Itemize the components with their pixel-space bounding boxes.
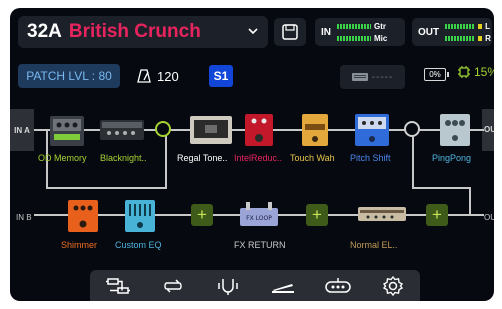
patch-level-button[interactable]: PATCH LVL : 80	[18, 64, 120, 88]
cpu-value: 15%	[474, 65, 494, 79]
signal-wire-split-bottom	[46, 187, 166, 189]
pedal-label-normal-el: Normal EL..	[350, 240, 398, 250]
pedal-label-pitch-shift: Pitch Shift	[350, 153, 391, 163]
battery-indicator: 0%	[424, 68, 449, 81]
pedal-label-fx-return: FX RETURN	[234, 240, 286, 250]
pedal-shimmer[interactable]	[68, 198, 98, 234]
split-node[interactable]	[155, 121, 171, 137]
pedal-normal-el[interactable]	[358, 205, 406, 223]
save-button[interactable]	[274, 18, 306, 46]
pedal-fx-return[interactable]: FX LOOP	[240, 202, 278, 228]
patch-number: 32A	[27, 21, 62, 42]
cpu-icon	[458, 66, 470, 78]
routing-button[interactable]	[100, 272, 136, 300]
output-meter-ch2: R	[485, 33, 491, 43]
output-b-label: OUT	[484, 213, 494, 222]
save-icon	[282, 24, 298, 40]
chevron-down-icon	[248, 28, 258, 35]
cpu-indicator: 15%	[457, 65, 494, 79]
tuner-icon	[217, 278, 238, 295]
bottom-toolbar	[90, 270, 420, 301]
svg-text:FX LOOP: FX LOOP	[246, 215, 272, 222]
pedal-pitch-shift[interactable]	[355, 112, 389, 148]
footswitch-button[interactable]	[320, 272, 356, 300]
input-a[interactable]: IN A	[10, 109, 34, 151]
pedal-od-memory[interactable]	[50, 112, 84, 148]
tempo-value: 120	[157, 68, 179, 84]
tuner-button[interactable]	[210, 272, 246, 300]
tempo-button[interactable]: 120	[136, 65, 179, 87]
output-meter-bar-r	[445, 35, 476, 41]
loop-icon	[163, 278, 182, 293]
pedal-label-od-memory: OD Memory	[38, 153, 87, 163]
output-meter-peak-l	[478, 23, 483, 29]
signal-wire-merge-left	[412, 129, 414, 189]
settings-button[interactable]	[375, 272, 411, 300]
device-screen: 32A British Crunch IN Gtr Mic OUT L R PA…	[10, 8, 494, 301]
pedal-label-shimmer: Shimmer	[61, 240, 98, 250]
patch-selector[interactable]: 32A British Crunch	[18, 16, 268, 48]
add-block-button-2[interactable]: +	[306, 204, 328, 226]
pedal-label-touch-wah: Touch Wah	[290, 153, 335, 163]
settings-icon	[382, 275, 403, 296]
output-meter-ch1: L	[485, 21, 490, 31]
snapshot-button[interactable]: S1	[209, 65, 233, 87]
add-block-button-1[interactable]: +	[191, 204, 213, 226]
signal-wire-merge-right	[469, 187, 471, 215]
input-meter-ch2: Mic	[374, 33, 388, 43]
amp-icon	[351, 73, 368, 81]
pedal-custom-eq[interactable]	[125, 198, 155, 234]
input-meter: IN Gtr Mic	[315, 18, 405, 46]
output-meter: OUT L R	[412, 18, 492, 46]
pedal-intelreduc[interactable]	[245, 112, 273, 148]
input-b-label: IN B	[16, 213, 32, 222]
output-a-label: OUT	[484, 125, 494, 134]
pedal-label-regal-tone: Regal Tone..	[177, 153, 228, 163]
output-meter-label: OUT	[418, 26, 440, 38]
patch-name: British Crunch	[68, 21, 201, 42]
input-meter-bar-gtr	[337, 23, 371, 29]
pedal-label-blacknight: Blacknight..	[100, 153, 147, 163]
pedal-label-pingpong: PingPong	[432, 153, 472, 163]
pedal-pingpong[interactable]	[440, 112, 470, 148]
expression-pedal-button[interactable]	[265, 272, 301, 300]
expression-pedal-icon	[271, 283, 294, 293]
footswitch-icon	[324, 277, 351, 293]
pedal-label-intelreduc: IntelReduc..	[234, 153, 283, 163]
signal-wire-split-right	[165, 129, 167, 189]
add-block-button-3[interactable]: +	[426, 204, 448, 226]
output-meter-bar-l	[445, 23, 476, 29]
signal-wire-merge-bottom	[412, 187, 470, 189]
input-meter-ch1: Gtr	[374, 21, 386, 31]
loop-button[interactable]	[155, 272, 191, 300]
input-meter-label: IN	[321, 26, 331, 38]
output-meter-peak-r	[478, 35, 483, 41]
pedal-blacknight[interactable]	[100, 118, 144, 142]
pedal-label-custom-eq: Custom EQ	[115, 240, 162, 250]
pedal-touch-wah[interactable]	[302, 112, 328, 148]
routing-icon	[105, 277, 130, 294]
merge-node[interactable]	[404, 121, 420, 137]
amp-readout-text: -----	[371, 71, 394, 83]
amp-readout[interactable]: -----	[340, 65, 405, 89]
metronome-icon	[137, 69, 151, 83]
input-meter-bar-mic	[337, 35, 371, 41]
pedal-regal-tone[interactable]	[190, 114, 232, 146]
